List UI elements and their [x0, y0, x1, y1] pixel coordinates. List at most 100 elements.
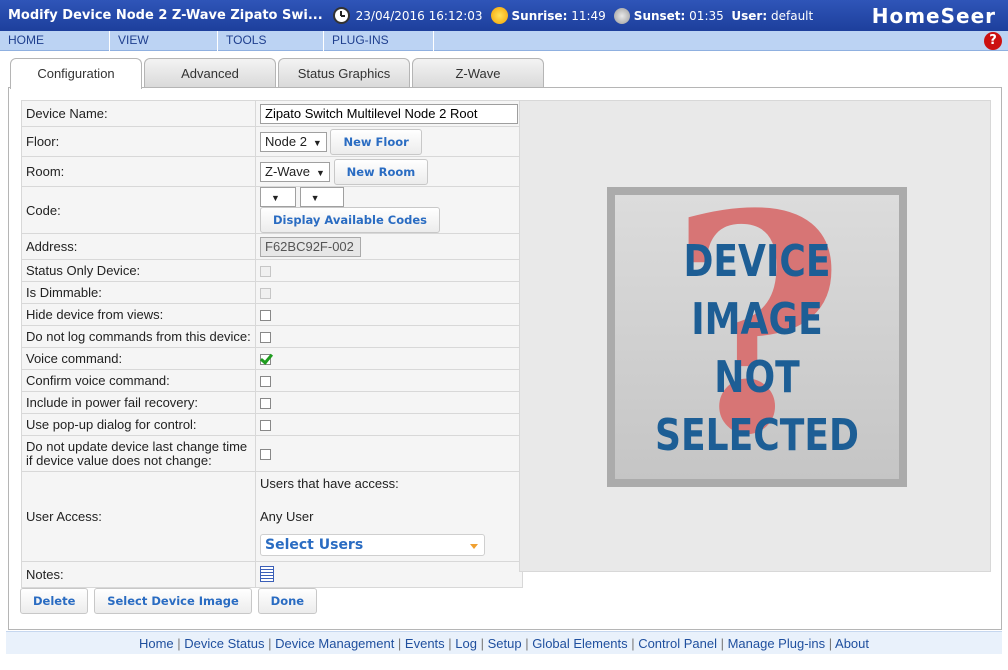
- voice-checkbox[interactable]: [260, 354, 271, 366]
- form-row: Address:: [21, 233, 523, 260]
- help-icon[interactable]: ?: [984, 32, 1002, 50]
- form-row: Voice command:: [21, 347, 523, 370]
- dropdown-arrow-icon: ▼: [310, 193, 320, 203]
- done-button[interactable]: Done: [257, 588, 318, 614]
- device-name-input[interactable]: [260, 103, 518, 124]
- hide-label: Hide device from views:: [21, 303, 256, 326]
- footer-link-global-elements[interactable]: Global Elements: [532, 636, 627, 651]
- configuration-panel: Device Name: Floor: Node 2 ▼ New Floor Ro…: [8, 87, 1002, 630]
- form-row: User Access: Users that have access: Any…: [21, 471, 523, 562]
- nolog-checkbox[interactable]: [260, 332, 271, 344]
- dimmable-checkbox: [260, 288, 271, 300]
- noupdate-label: Do not update device last change time if…: [21, 435, 256, 472]
- any-user-text: Any User: [260, 509, 314, 524]
- menu-view[interactable]: VIEW: [110, 31, 218, 51]
- address-label: Address:: [21, 233, 256, 260]
- status-only-label: Status Only Device:: [21, 259, 256, 282]
- popup-checkbox[interactable]: [260, 420, 271, 432]
- confirm-voice-label: Confirm voice command:: [21, 369, 256, 392]
- form-row: Room: Z-Wave ▼ New Room: [21, 156, 523, 187]
- new-room-button[interactable]: New Room: [333, 158, 429, 185]
- footer-link-control-panel[interactable]: Control Panel: [638, 636, 717, 651]
- datetime: 23/04/2016 16:12:03: [355, 8, 483, 23]
- select-device-image-button[interactable]: Select Device Image: [94, 588, 252, 614]
- device-image-pane: ? DEVICE IMAGE NOT SELECTED: [519, 100, 991, 572]
- notes-icon[interactable]: [260, 566, 274, 582]
- title-bar: Modify Device Node 2 Z-Wave Zipato Swi..…: [0, 0, 1008, 31]
- menu-home[interactable]: HOME: [0, 31, 110, 51]
- dropdown-arrow-icon: ▼: [316, 167, 325, 178]
- hide-checkbox[interactable]: [260, 310, 271, 322]
- footer-links: Home | Device Status | Device Management…: [6, 631, 1002, 654]
- footer-link-home[interactable]: Home: [139, 636, 174, 651]
- delete-button[interactable]: Delete: [20, 588, 89, 614]
- footer-link-manage-plugins[interactable]: Manage Plug-ins: [728, 636, 826, 651]
- homeseer-logo[interactable]: HomeSeer: [872, 4, 996, 28]
- footer-link-device-status[interactable]: Device Status: [184, 636, 264, 651]
- device-image-text: DEVICE IMAGE NOT SELECTED: [655, 236, 859, 461]
- tab-advanced[interactable]: Advanced: [144, 58, 276, 88]
- footer-link-log[interactable]: Log: [455, 636, 477, 651]
- code-select-2[interactable]: ▼: [299, 187, 344, 207]
- address-field: [260, 236, 361, 257]
- footer-link-setup[interactable]: Setup: [488, 636, 522, 651]
- form-row: Hide device from views:: [21, 303, 523, 326]
- form-row: Use pop-up dialog for control:: [21, 413, 523, 436]
- sunset-time: 01:35: [689, 8, 724, 23]
- voice-label: Voice command:: [21, 347, 256, 370]
- dropdown-arrow-icon: ▼: [312, 137, 322, 148]
- floor-select[interactable]: Node 2 ▼: [260, 131, 327, 152]
- powerfail-label: Include in power fail recovery:: [21, 391, 256, 414]
- form-row: Include in power fail recovery:: [21, 391, 523, 414]
- sunrise-label: Sunrise:: [511, 8, 568, 23]
- nolog-label: Do not log commands from this device:: [21, 325, 256, 348]
- form-row: Status Only Device:: [21, 259, 523, 282]
- form-row: Do not update device last change time if…: [21, 435, 523, 472]
- room-value: Z-Wave: [265, 163, 311, 179]
- action-buttons: Delete Select Device Image Done: [20, 588, 318, 614]
- confirm-voice-checkbox[interactable]: [260, 376, 271, 388]
- floor-label: Floor:: [21, 126, 256, 157]
- display-codes-button[interactable]: Display Available Codes: [260, 207, 440, 233]
- tab-status-graphics[interactable]: Status Graphics: [278, 58, 410, 88]
- sunset-label: Sunset:: [633, 8, 686, 23]
- popup-label: Use pop-up dialog for control:: [21, 413, 256, 436]
- sun-icon: [490, 7, 508, 24]
- tab-z-wave[interactable]: Z-Wave: [412, 58, 544, 88]
- code-label: Code:: [21, 186, 256, 234]
- noupdate-checkbox[interactable]: [260, 449, 271, 461]
- form-row: Is Dimmable:: [21, 281, 523, 304]
- moon-icon: [613, 7, 630, 24]
- dropdown-caret-icon: [470, 544, 478, 549]
- footer-link-events[interactable]: Events: [405, 636, 445, 651]
- footer-link-about[interactable]: About: [835, 636, 869, 651]
- tab-configuration[interactable]: Configuration: [10, 58, 142, 89]
- form-row: Do not log commands from this device:: [21, 325, 523, 348]
- footer-link-device-management[interactable]: Device Management: [275, 636, 394, 651]
- page-title: Modify Device Node 2 Z-Wave Zipato Swi..…: [8, 8, 323, 23]
- sunrise-time: 11:49: [571, 8, 606, 23]
- room-label: Room:: [21, 156, 256, 187]
- device-name-label: Device Name:: [21, 100, 256, 127]
- header-info: 23/04/2016 16:12:03 Sunrise: 11:49 Sunse…: [327, 7, 814, 24]
- menu-bar: HOME VIEW TOOLS PLUG-INS ?: [0, 31, 1008, 51]
- code-select-1[interactable]: ▼: [260, 187, 296, 207]
- user-name: default: [770, 8, 814, 23]
- device-form: Device Name: Floor: Node 2 ▼ New Floor Ro…: [21, 100, 523, 588]
- form-row: Floor: Node 2 ▼ New Floor: [21, 126, 523, 157]
- form-row: Device Name:: [21, 100, 523, 127]
- users-access-text: Users that have access:: [260, 476, 399, 491]
- form-row: Notes:: [21, 561, 523, 588]
- select-users-dropdown[interactable]: Select Users: [260, 534, 485, 556]
- menu-plugins[interactable]: PLUG-INS: [324, 31, 434, 51]
- dimmable-label: Is Dimmable:: [21, 281, 256, 304]
- form-row: Code: ▼ ▼ Display Available Codes: [21, 186, 523, 234]
- notes-label: Notes:: [21, 561, 256, 588]
- room-select[interactable]: Z-Wave ▼: [260, 161, 330, 182]
- status-only-checkbox: [260, 266, 271, 278]
- floor-value: Node 2: [265, 133, 307, 149]
- dropdown-arrow-icon: ▼: [271, 193, 280, 203]
- powerfail-checkbox[interactable]: [260, 398, 271, 410]
- new-floor-button[interactable]: New Floor: [330, 128, 422, 155]
- menu-tools[interactable]: TOOLS: [218, 31, 324, 51]
